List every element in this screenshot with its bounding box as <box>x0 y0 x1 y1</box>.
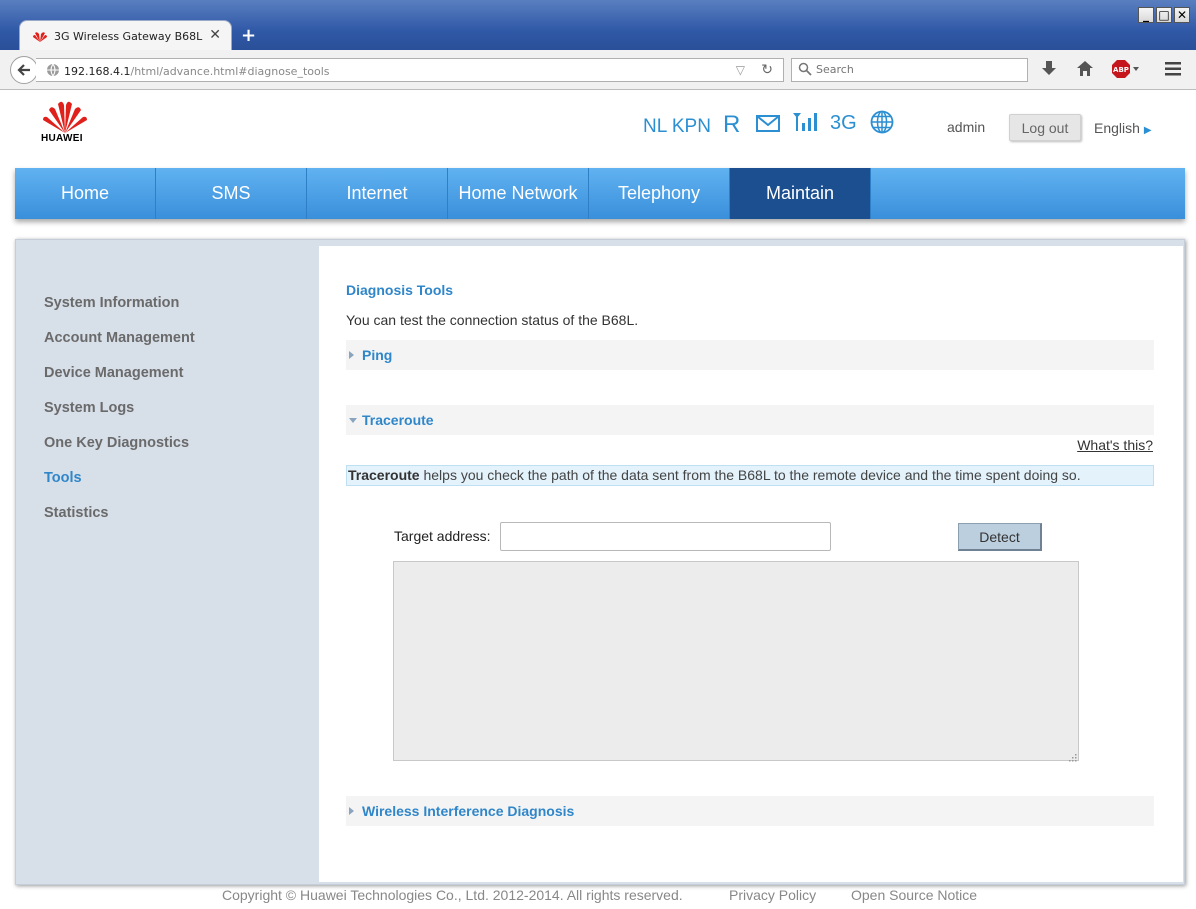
section-ping-label: Ping <box>362 347 393 363</box>
sidebar-item-account-management[interactable]: Account Management <box>44 330 195 346</box>
internet-globe-icon <box>870 110 894 139</box>
language-label: English <box>1094 120 1140 136</box>
reload-icon[interactable]: ↻ <box>761 62 773 78</box>
expand-arrow-icon <box>349 807 354 815</box>
url-host: 192.168.4.1 <box>64 65 131 78</box>
browser-tab[interactable]: 3G Wireless Gateway B68L ✕ <box>19 20 232 50</box>
section-traceroute[interactable]: Traceroute <box>346 405 1154 435</box>
logout-button[interactable]: Log out <box>1009 114 1081 141</box>
main-nav: Home SMS Internet Home Network Telephony… <box>15 168 1185 219</box>
signal-strength-icon <box>792 112 820 137</box>
sidebar-item-tools[interactable]: Tools <box>44 470 82 486</box>
section-wireless-label: Wireless Interference Diagnosis <box>362 803 575 819</box>
browser-titlebar: _ □ ✕ 3G Wireless Gateway B68L ✕ + <box>0 0 1196 52</box>
section-wireless-interference[interactable]: Wireless Interference Diagnosis <box>346 796 1154 826</box>
expand-arrow-icon <box>349 351 354 359</box>
sidebar-item-system-logs[interactable]: System Logs <box>44 400 134 416</box>
home-icon[interactable] <box>1076 60 1094 82</box>
close-window-button[interactable]: ✕ <box>1174 7 1190 23</box>
roaming-indicator: R <box>723 111 741 138</box>
back-arrow-icon <box>17 64 30 76</box>
sidebar-item-statistics[interactable]: Statistics <box>44 505 108 521</box>
target-address-input[interactable] <box>500 522 831 551</box>
page-header: HUAWEI NL KPN R 3G admin Log out English… <box>0 91 1196 168</box>
page-description: You can test the connection status of th… <box>346 312 639 328</box>
url-bar[interactable]: 192.168.4.1/html/advance.html#diagnose_t… <box>36 58 784 82</box>
adblock-label: ABP <box>1113 66 1129 74</box>
target-address-label: Target address: <box>394 528 491 544</box>
tab-close-icon[interactable]: ✕ <box>209 27 221 43</box>
huawei-favicon-icon <box>32 29 48 48</box>
back-button[interactable] <box>10 56 38 84</box>
search-input[interactable] <box>816 63 1016 76</box>
info-bold: Traceroute <box>348 467 420 483</box>
sidebar-item-system-information[interactable]: System Information <box>44 295 179 311</box>
maximize-button[interactable]: □ <box>1156 7 1172 23</box>
sidebar-item-one-key-diagnostics[interactable]: One Key Diagnostics <box>44 435 189 451</box>
site-identity-icon[interactable] <box>46 63 60 82</box>
section-ping[interactable]: Ping <box>346 340 1154 370</box>
diagnosis-panel: Diagnosis Tools You can test the connect… <box>319 246 1183 882</box>
adblock-icon[interactable]: ABP <box>1111 59 1141 84</box>
huawei-logo-icon <box>43 101 87 133</box>
browser-toolbar: 192.168.4.1/html/advance.html#diagnose_t… <box>0 50 1196 90</box>
download-icon[interactable] <box>1041 60 1057 83</box>
tab-title: 3G Wireless Gateway B68L <box>54 30 203 43</box>
collapse-arrow-icon <box>349 418 357 423</box>
privacy-policy-link[interactable]: Privacy Policy <box>729 887 816 903</box>
sms-envelope-icon[interactable] <box>756 115 780 137</box>
traceroute-result-area[interactable] <box>393 561 1079 761</box>
nav-internet[interactable]: Internet <box>307 168 448 219</box>
page-title: Diagnosis Tools <box>346 282 454 298</box>
url-path: /html/advance.html#diagnose_tools <box>130 65 330 78</box>
logo-text: HUAWEI <box>41 133 83 144</box>
language-selector[interactable]: English ▶ <box>1094 120 1152 136</box>
network-type: 3G <box>830 112 857 134</box>
router-page: HUAWEI NL KPN R 3G admin Log out English… <box>0 91 1196 909</box>
minimize-button[interactable]: _ <box>1138 7 1154 23</box>
new-tab-button[interactable]: + <box>241 25 256 46</box>
traceroute-info-box: Traceroute helps you check the path of t… <box>346 465 1154 486</box>
language-arrow-icon: ▶ <box>1143 125 1152 136</box>
info-text: helps you check the path of the data sen… <box>419 467 1081 483</box>
page-footer: Copyright © Huawei Technologies Co., Ltd… <box>0 887 1196 909</box>
nav-maintain[interactable]: Maintain <box>730 168 871 219</box>
open-source-notice-link[interactable]: Open Source Notice <box>851 887 977 903</box>
nav-home[interactable]: Home <box>15 168 156 219</box>
operator-name: NL KPN <box>643 116 711 137</box>
nav-telephony[interactable]: Telephony <box>589 168 730 219</box>
nav-home-network[interactable]: Home Network <box>448 168 589 219</box>
window-controls: _ □ ✕ <box>1138 7 1190 23</box>
url-dropdown-icon[interactable]: ▽ <box>736 63 745 77</box>
nav-sms[interactable]: SMS <box>156 168 307 219</box>
detect-button[interactable]: Detect <box>958 523 1042 551</box>
section-traceroute-label: Traceroute <box>362 412 434 428</box>
url-text: 192.168.4.1/html/advance.html#diagnose_t… <box>64 65 330 78</box>
copyright-text: Copyright © Huawei Technologies Co., Ltd… <box>222 887 683 903</box>
username-label: admin <box>947 119 986 135</box>
sidebar-item-device-management[interactable]: Device Management <box>44 365 183 381</box>
menu-icon[interactable] <box>1165 62 1181 81</box>
whats-this-link[interactable]: What's this? <box>1077 437 1153 453</box>
search-bar[interactable] <box>791 58 1028 82</box>
resize-grip-icon[interactable] <box>1067 749 1077 767</box>
content-frame: System Information Account Management De… <box>15 239 1185 885</box>
search-icon <box>798 62 812 81</box>
